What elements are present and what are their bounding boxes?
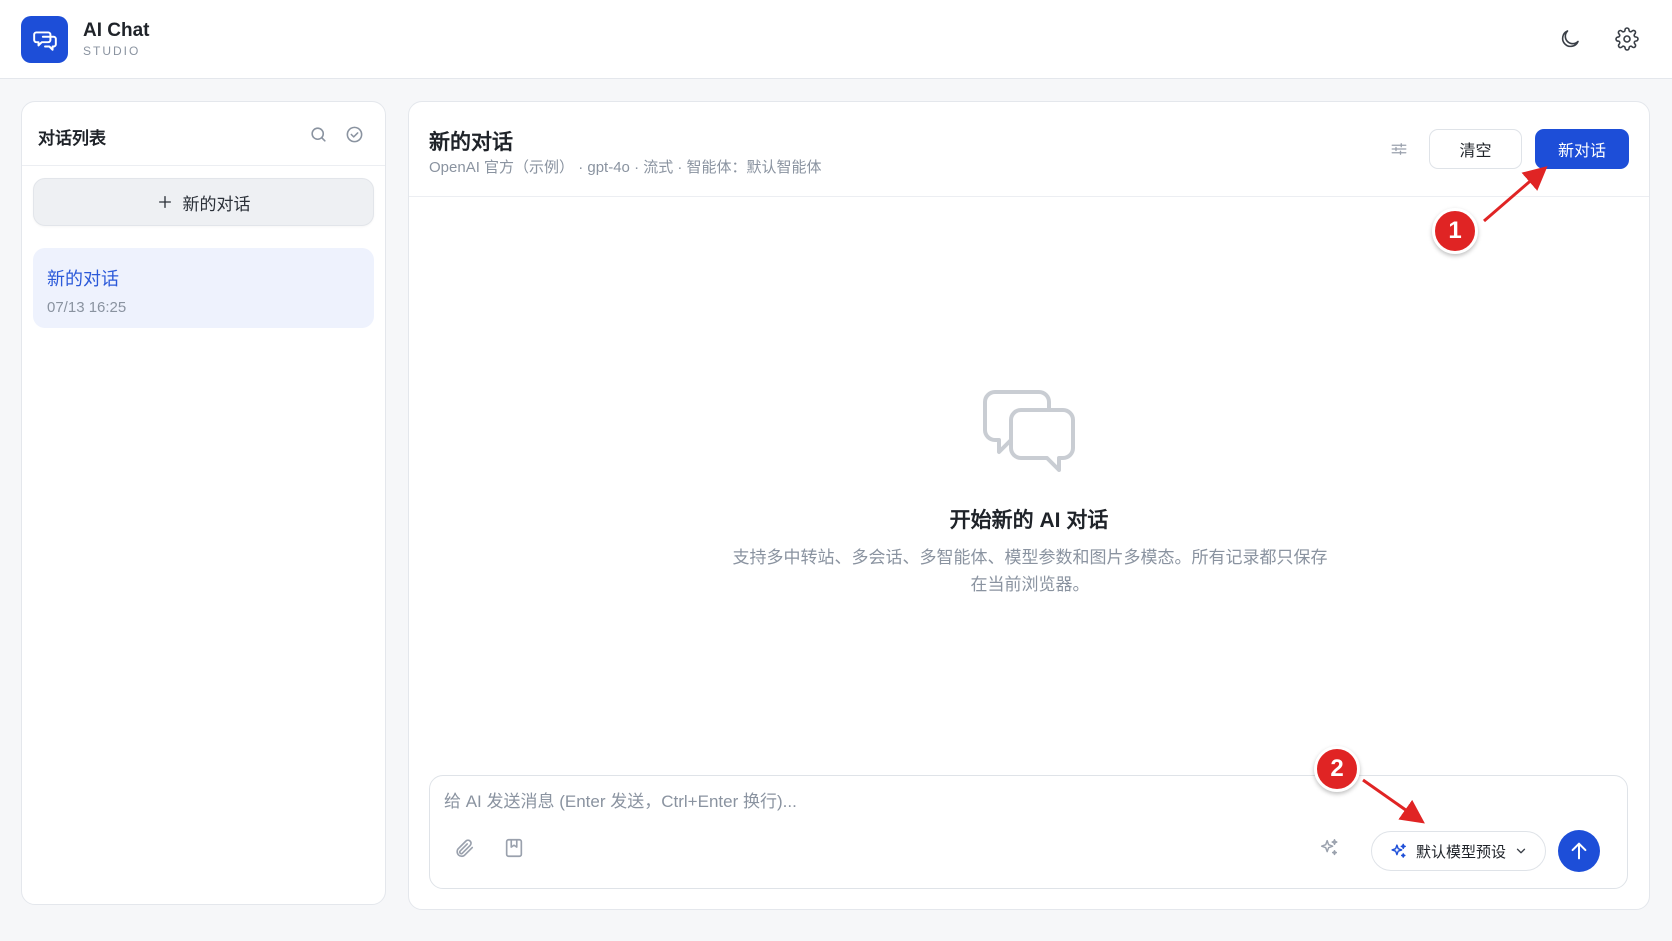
sparkle-icon <box>1320 839 1338 856</box>
settings-button[interactable] <box>1613 25 1641 53</box>
empty-state-title: 开始新的 AI 对话 <box>949 509 1109 532</box>
conversation-title: 新的对话 <box>47 269 119 289</box>
paperclip-icon <box>456 839 474 858</box>
empty-state-description: 支持多中转站、多会话、多智能体、模型参数和图片多模态。所有记录都只保存在当前浏览… <box>732 548 1328 594</box>
chat-title: 新的对话 <box>429 131 513 154</box>
model-preset-select[interactable]: 默认模型预设 <box>1371 831 1546 871</box>
conversation-sidebar: 对话列表 新的对话 新的对话 07/13 16:25 <box>21 101 386 905</box>
gear-icon <box>1615 27 1639 51</box>
chat-settings-button[interactable] <box>1387 137 1411 161</box>
chevron-down-icon <box>1516 848 1526 854</box>
message-input[interactable] <box>444 788 1344 816</box>
brand-name: AI Chat <box>83 20 150 41</box>
select-conversations-button[interactable] <box>343 123 365 145</box>
sidebar-title: 对话列表 <box>38 129 106 148</box>
sparkle-icon <box>1391 843 1406 858</box>
send-button[interactable] <box>1558 830 1600 872</box>
magic-button[interactable] <box>1315 834 1343 862</box>
sidebar-new-chat-button[interactable]: 新的对话 <box>33 178 374 226</box>
empty-chat-icon <box>983 390 1075 472</box>
chat-header: 新的对话 OpenAI 官方（示例） · gpt-4o · 流式 · 智能体：默… <box>409 102 1649 197</box>
plus-icon <box>158 196 171 208</box>
check-circle-icon <box>346 126 362 142</box>
search-icon <box>310 126 326 142</box>
conversation-item[interactable]: 新的对话 07/13 16:25 <box>33 248 374 328</box>
conversation-time: 07/13 16:25 <box>47 299 127 316</box>
search-conversations-button[interactable] <box>307 123 329 145</box>
attach-button[interactable] <box>450 834 478 862</box>
message-composer: 默认模型预设 <box>429 775 1628 889</box>
chat-bubbles-icon <box>32 30 57 51</box>
chat-subtitle: OpenAI 官方（示例） · gpt-4o · 流式 · 智能体：默认智能体 <box>429 159 822 176</box>
sliders-icon <box>1391 143 1407 155</box>
top-bar: AI Chat STUDIO <box>0 0 1672 79</box>
new-chat-label: 新的对话 <box>182 194 251 214</box>
sidebar-header: 对话列表 <box>22 102 385 166</box>
bookmark-icon <box>505 838 523 858</box>
theme-toggle-button[interactable] <box>1556 25 1584 53</box>
app-logo[interactable] <box>21 16 68 63</box>
clear-button[interactable]: 清空 <box>1429 129 1522 169</box>
prompt-library-button[interactable] <box>500 834 528 862</box>
new-chat-button[interactable]: 新对话 <box>1535 129 1629 169</box>
model-preset-label: 默认模型预设 <box>1415 843 1506 861</box>
annotation-marker-1: 1 <box>1432 208 1478 254</box>
moon-icon <box>1561 30 1579 48</box>
brand-subtitle: STUDIO <box>83 44 141 58</box>
annotation-marker-2: 2 <box>1314 746 1360 792</box>
arrow-up-icon <box>1571 842 1587 860</box>
